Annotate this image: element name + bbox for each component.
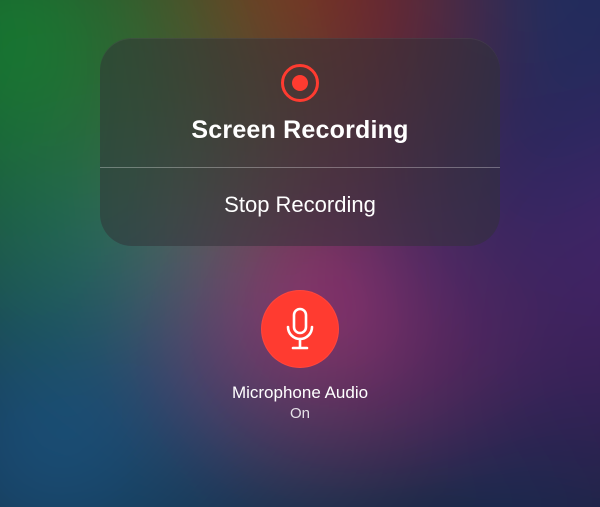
microphone-state: On	[232, 404, 368, 424]
screen-recording-card: Screen Recording Stop Recording	[100, 38, 500, 246]
card-title: Screen Recording	[191, 116, 408, 145]
stop-recording-label: Stop Recording	[224, 192, 376, 217]
control-center-overlay: Screen Recording Stop Recording Micropho…	[0, 0, 600, 507]
record-dot-icon	[292, 75, 308, 91]
microphone-icon	[283, 307, 317, 351]
microphone-label: Microphone Audio	[232, 382, 368, 404]
microphone-toggle-button[interactable]	[261, 290, 339, 368]
microphone-section: Microphone Audio On	[232, 290, 368, 424]
record-icon	[281, 64, 319, 102]
microphone-text: Microphone Audio On	[232, 382, 368, 424]
stop-recording-button[interactable]: Stop Recording	[100, 168, 500, 246]
card-header: Screen Recording	[100, 38, 500, 167]
